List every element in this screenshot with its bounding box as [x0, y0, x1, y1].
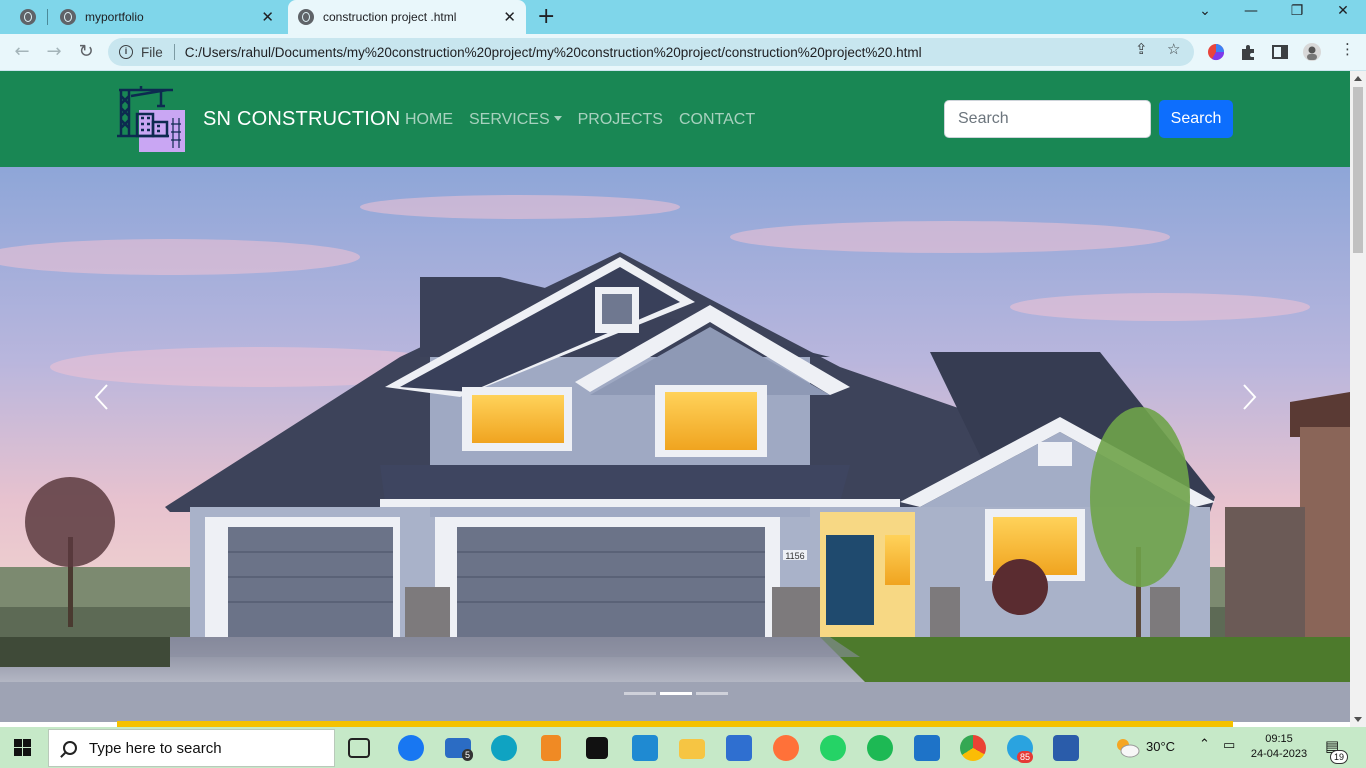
tab-myportfolio[interactable]: myportfolio ✕	[58, 0, 284, 34]
vscode-icon[interactable]	[632, 735, 658, 761]
back-button[interactable]: ←	[10, 40, 34, 64]
close-tab-icon[interactable]: ✕	[503, 8, 516, 26]
tab-divider	[47, 9, 48, 25]
photos-icon[interactable]	[1053, 735, 1079, 761]
extension-color-icon[interactable]	[1207, 43, 1225, 61]
weather-cloud-sun-icon[interactable]	[1114, 736, 1140, 758]
mail-badge: 5	[462, 749, 474, 761]
construction-logo[interactable]	[117, 84, 187, 154]
facebook-icon[interactable]	[398, 735, 424, 761]
windows-start-icon[interactable]	[14, 739, 31, 756]
network-icon[interactable]: ▭	[1223, 738, 1235, 753]
extensions-puzzle-icon[interactable]	[1239, 43, 1257, 61]
nav-home-link[interactable]: HOME	[405, 111, 453, 129]
weather-temperature[interactable]: 30°C	[1146, 739, 1175, 754]
caret-down-icon	[553, 116, 562, 122]
restore-button[interactable]: ❐	[1283, 3, 1311, 19]
profile-avatar[interactable]	[1303, 43, 1321, 61]
task-view-icon[interactable]	[348, 738, 370, 758]
globe-icon	[20, 9, 36, 25]
search-icon	[63, 741, 77, 755]
tab-search-chevron-icon[interactable]: ⌄	[1191, 3, 1219, 19]
site-search-button[interactable]: Search	[1159, 100, 1233, 138]
nav-contact-link[interactable]: CONTACT	[679, 111, 755, 129]
carousel-prev-icon[interactable]	[88, 382, 118, 412]
chrome-icon[interactable]	[960, 735, 986, 761]
share-icon[interactable]: ⇪	[1135, 40, 1148, 58]
close-tab-icon[interactable]: ✕	[261, 8, 274, 26]
store-icon[interactable]	[726, 735, 752, 761]
windows-taskbar: Type here to search 5 85 30°C ⌃ ▭ 09:15 …	[0, 727, 1366, 768]
browser-tab-strip: myportfolio ✕ construction project .html…	[0, 0, 1366, 34]
page-scrollbar[interactable]	[1350, 71, 1366, 727]
site-navbar: SN CONSTRUCTION HOME SERVICES PROJECTS C…	[0, 71, 1350, 167]
scroll-thumb[interactable]	[1353, 87, 1363, 253]
info-icon[interactable]: i	[119, 45, 133, 59]
tab-title: myportfolio	[85, 10, 144, 24]
taskbar-search-box[interactable]: Type here to search	[48, 729, 335, 767]
brand-title[interactable]: SN CONSTRUCTION	[203, 108, 400, 131]
close-window-button[interactable]: ✕	[1329, 3, 1357, 19]
globe-icon	[298, 9, 314, 25]
firefox-icon[interactable]	[773, 735, 799, 761]
nav-services-label: SERVICES	[469, 111, 550, 128]
telegram-badge: 85	[1017, 751, 1034, 763]
minimize-button[interactable]: —	[1237, 3, 1265, 19]
forward-button[interactable]: →	[42, 40, 66, 64]
carousel-indicators	[624, 692, 728, 695]
side-panel-icon[interactable]	[1271, 43, 1289, 61]
browser-toolbar: ← → ↻ i File C:/Users/rahul/Documents/my…	[0, 34, 1366, 71]
url-text[interactable]: C:/Users/rahul/Documents/my%20constructi…	[185, 45, 922, 60]
reload-button[interactable]: ↻	[74, 40, 98, 64]
scroll-down-icon[interactable]	[1354, 717, 1362, 722]
main-nav: HOME SERVICES PROJECTS CONTACT	[405, 111, 771, 129]
house-photo: 1156	[0, 167, 1350, 722]
clock-date: 24-04-2023	[1250, 748, 1308, 760]
tray-chevron-up-icon[interactable]: ⌃	[1199, 737, 1210, 752]
whatsapp-icon[interactable]	[820, 735, 846, 761]
browser-menu-icon[interactable]: ⋮	[1340, 40, 1355, 58]
tab-search-icon[interactable]	[20, 0, 40, 34]
remote-desktop-icon[interactable]	[914, 735, 940, 761]
address-bar[interactable]: i File C:/Users/rahul/Documents/my%20con…	[108, 38, 1194, 66]
carousel-indicator-active[interactable]	[660, 692, 692, 695]
scroll-up-icon[interactable]	[1354, 76, 1362, 81]
site-search-input[interactable]	[944, 100, 1151, 138]
nav-services-dropdown[interactable]: SERVICES	[469, 111, 562, 129]
taskbar-search-placeholder: Type here to search	[89, 739, 222, 757]
carousel-indicator[interactable]	[624, 692, 656, 695]
nav-projects-link[interactable]: PROJECTS	[578, 111, 663, 129]
tab-title: construction project .html	[323, 10, 457, 24]
scheme-label: File	[141, 44, 163, 60]
tab-construction-project[interactable]: construction project .html ✕	[288, 0, 526, 34]
taskbar-clock[interactable]: 09:15 24-04-2023	[1247, 732, 1311, 762]
edge-icon[interactable]	[491, 735, 517, 761]
media-player-icon[interactable]	[541, 735, 561, 761]
notifications-badge: 19	[1330, 750, 1349, 764]
carousel-indicator[interactable]	[696, 692, 728, 695]
terminal-icon[interactable]	[586, 737, 608, 759]
carousel-next-icon[interactable]	[1233, 382, 1263, 412]
house-number: 1156	[785, 551, 804, 561]
new-tab-button[interactable]: +	[537, 4, 555, 30]
omnibox-divider	[173, 44, 175, 60]
bookmark-star-icon[interactable]: ☆	[1167, 40, 1180, 58]
hero-carousel: 1156	[0, 167, 1350, 722]
globe-icon	[60, 9, 76, 25]
file-explorer-icon[interactable]	[679, 739, 705, 759]
spotify-icon[interactable]	[867, 735, 893, 761]
clock-time: 09:15	[1265, 733, 1293, 745]
